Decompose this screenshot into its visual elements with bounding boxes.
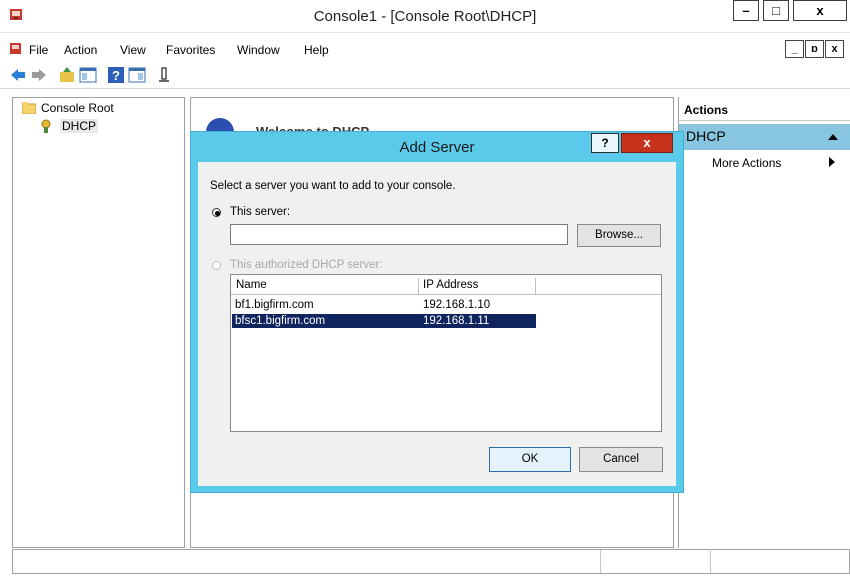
menu-view[interactable]: View xyxy=(120,43,146,57)
actions-section-dhcp[interactable]: DHCP xyxy=(679,124,850,150)
show-hide-tree-icon[interactable] xyxy=(79,66,97,84)
dialog-help-button[interactable]: ? xyxy=(591,133,619,153)
window-title: Console1 - [Console Root\DHCP] xyxy=(313,8,537,25)
menu-window[interactable]: Window xyxy=(237,43,280,57)
authorized-server-radio-label[interactable]: This authorized DHCP server: xyxy=(230,259,383,271)
dialog-instruction: Select a server you want to add to your … xyxy=(210,180,456,192)
column-header-name[interactable]: Name xyxy=(232,278,419,294)
menu-help[interactable]: Help xyxy=(304,43,329,57)
maximize-button[interactable]: □ xyxy=(763,0,789,21)
mdi-restore-button[interactable]: ɒ xyxy=(805,40,824,58)
menu-file[interactable]: File xyxy=(29,43,48,57)
actions-section-label: DHCP xyxy=(686,128,726,144)
actions-header: Actions xyxy=(679,101,850,121)
submenu-arrow-icon xyxy=(829,157,835,167)
console-menu-icon[interactable] xyxy=(9,42,22,55)
column-header-ip-address[interactable]: IP Address xyxy=(419,278,536,294)
this-server-radio[interactable] xyxy=(212,208,221,217)
more-actions-label: More Actions xyxy=(712,156,782,170)
menu-favorites[interactable]: Favorites xyxy=(166,43,215,57)
row-name-cell: bf1.bigfirm.com xyxy=(235,299,314,311)
row-ip-cell: 192.168.1.10 xyxy=(423,299,491,311)
dhcp-server-icon xyxy=(41,119,51,133)
folder-icon xyxy=(22,102,36,114)
table-row[interactable]: bf1.bigfirm.com 192.168.1.10 xyxy=(232,298,536,312)
mdi-minimize-button[interactable]: _ xyxy=(785,40,804,58)
this-server-radio-label[interactable]: This server: xyxy=(230,206,290,218)
tree-label-dhcp: DHCP xyxy=(60,119,99,133)
minimize-button[interactable]: – xyxy=(733,0,759,21)
cancel-button[interactable]: Cancel xyxy=(579,447,663,472)
forward-arrow-icon[interactable] xyxy=(30,66,48,84)
ok-button[interactable]: OK xyxy=(489,447,571,472)
tree-label-console-root: Console Root xyxy=(41,101,114,115)
row-ip-cell: 192.168.1.11 xyxy=(423,315,490,327)
collapse-up-icon xyxy=(828,134,838,140)
properties-icon[interactable] xyxy=(155,66,173,84)
up-folder-icon[interactable] xyxy=(58,66,76,84)
server-name-input[interactable] xyxy=(230,224,568,245)
table-row-selected[interactable]: bfsc1.bigfirm.com 192.168.1.11 xyxy=(232,314,536,328)
help-icon[interactable]: ? xyxy=(107,66,125,84)
mdi-close-button[interactable]: x xyxy=(825,40,844,58)
toolbar: ? xyxy=(0,63,850,89)
show-hide-action-pane-icon[interactable] xyxy=(128,66,146,84)
authorized-server-radio[interactable] xyxy=(212,261,221,270)
dialog-close-button[interactable]: x xyxy=(621,133,673,153)
more-actions-item[interactable]: More Actions xyxy=(712,156,781,170)
console-tree-pane xyxy=(12,97,185,548)
browse-button[interactable]: Browse... xyxy=(577,224,661,247)
row-name-cell: bfsc1.bigfirm.com xyxy=(235,315,326,327)
column-header-divider xyxy=(231,294,661,295)
close-window-button[interactable]: x xyxy=(793,0,847,21)
status-bar xyxy=(12,549,850,574)
svg-text:?: ? xyxy=(112,68,120,83)
back-arrow-icon[interactable] xyxy=(9,66,27,84)
menu-action[interactable]: Action xyxy=(64,43,97,57)
